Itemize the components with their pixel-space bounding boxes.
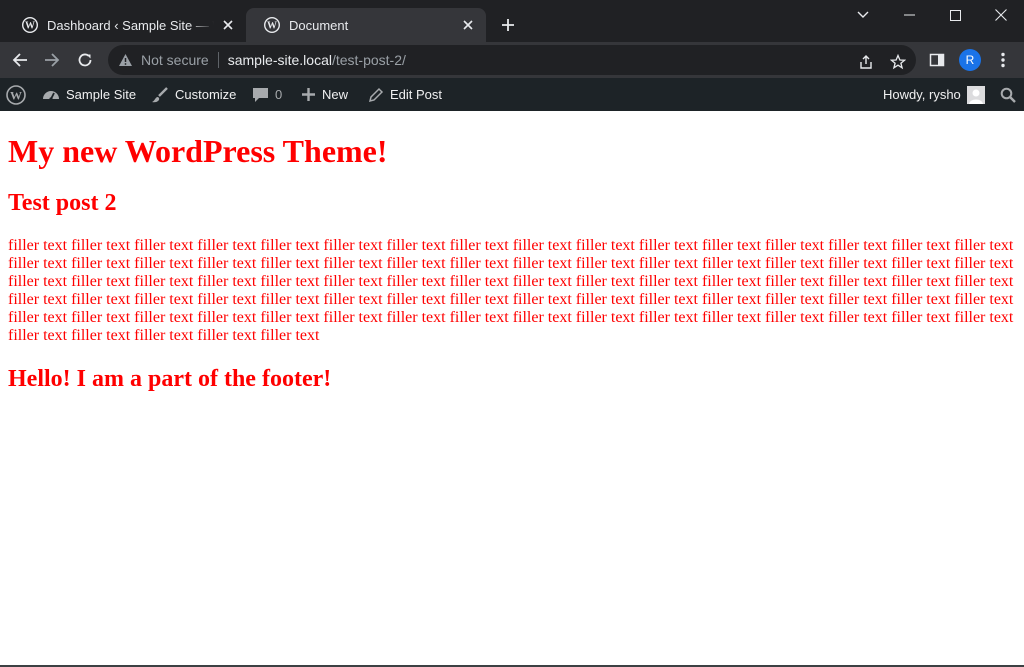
star-icon (890, 54, 906, 70)
greeting-label: Howdy, rysho (883, 87, 961, 102)
paintbrush-icon (151, 86, 169, 104)
edit-post-label: Edit Post (390, 87, 443, 102)
new-content-menu[interactable]: New (301, 78, 348, 111)
browser-tab-strip: W Dashboard ‹ Sample Site — WordPress W … (0, 0, 1024, 42)
wordpress-logo-icon: W (6, 84, 26, 105)
tab-title: Dashboard ‹ Sample Site — WordPress (47, 17, 214, 33)
site-title: My new WordPress Theme! (8, 133, 388, 169)
side-panel-button[interactable] (927, 50, 947, 70)
post-body: filler text filler text filler text fill… (8, 237, 1014, 344)
arrow-left-icon (12, 53, 27, 67)
customize-link[interactable]: Customize (151, 78, 236, 111)
comments-count: 0 (275, 87, 283, 102)
wp-logo-menu[interactable]: W (6, 78, 26, 111)
close-icon (995, 9, 1007, 21)
address-bar[interactable]: Not secure sample-site.local/test-post-2… (108, 45, 916, 75)
bookmark-button[interactable] (888, 52, 908, 72)
close-window-button[interactable] (978, 0, 1024, 30)
site-name-label: Sample Site (66, 87, 137, 102)
browser-menu-button[interactable] (993, 50, 1013, 70)
reload-icon (78, 53, 92, 67)
browser-toolbar: Not secure sample-site.local/test-post-2… (0, 42, 1024, 78)
url-host: sample-site.local (227, 52, 332, 68)
back-button[interactable] (6, 46, 34, 74)
close-tab-icon[interactable] (220, 17, 236, 33)
tab-title: Document (289, 17, 349, 33)
comment-icon (252, 87, 269, 103)
svg-text:W: W (10, 88, 22, 102)
svg-text:W: W (267, 21, 277, 32)
more-vertical-icon (1001, 52, 1005, 68)
page-content: My new WordPress Theme! Test post 2 fill… (8, 111, 1016, 393)
wordpress-icon: W (22, 17, 38, 33)
plus-icon (502, 19, 514, 31)
site-name-menu[interactable]: Sample Site (42, 78, 136, 111)
pencil-icon (368, 87, 384, 103)
chevron-down-icon (857, 11, 869, 18)
share-icon (860, 55, 872, 69)
dashboard-icon (42, 87, 60, 103)
comments-link[interactable]: 0 (252, 78, 282, 111)
close-tab-icon[interactable] (460, 17, 476, 33)
maximize-button[interactable] (932, 0, 978, 30)
tab-document[interactable]: W Document (246, 8, 486, 42)
plus-icon (301, 87, 316, 102)
my-account-menu[interactable]: Howdy, rysho (883, 78, 985, 111)
admin-search-button[interactable] (1000, 78, 1016, 111)
tab-dashboard[interactable]: W Dashboard ‹ Sample Site — WordPress (4, 8, 246, 42)
wordpress-icon: W (264, 17, 280, 33)
maximize-icon (949, 9, 961, 21)
customize-label: Customize (175, 87, 237, 102)
search-icon (1000, 87, 1016, 103)
reload-button[interactable] (71, 46, 99, 74)
post-title: Test post 2 (8, 190, 117, 216)
wp-admin-bar: W Sample Site Customize 0 New Edit Post … (0, 78, 1024, 111)
new-label: New (322, 87, 349, 102)
address-divider (217, 52, 219, 68)
new-tab-button[interactable] (497, 14, 519, 36)
avatar (966, 85, 985, 104)
svg-text:W: W (25, 21, 35, 32)
profile-avatar[interactable]: R (959, 49, 981, 71)
security-label: Not secure (141, 52, 209, 68)
minimize-icon (903, 14, 915, 16)
share-button[interactable] (856, 52, 876, 72)
side-panel-icon (929, 53, 945, 67)
forward-button[interactable] (38, 46, 66, 74)
warning-icon (119, 54, 132, 66)
edit-post-link[interactable]: Edit Post (368, 78, 442, 111)
tab-search-button[interactable] (840, 0, 886, 30)
arrow-right-icon (45, 53, 60, 67)
user-avatar-icon (966, 85, 985, 104)
minimize-button[interactable] (886, 0, 932, 30)
footer-text: Hello! I am a part of the footer! (8, 366, 332, 392)
url-path: /test-post-2/ (331, 52, 406, 68)
